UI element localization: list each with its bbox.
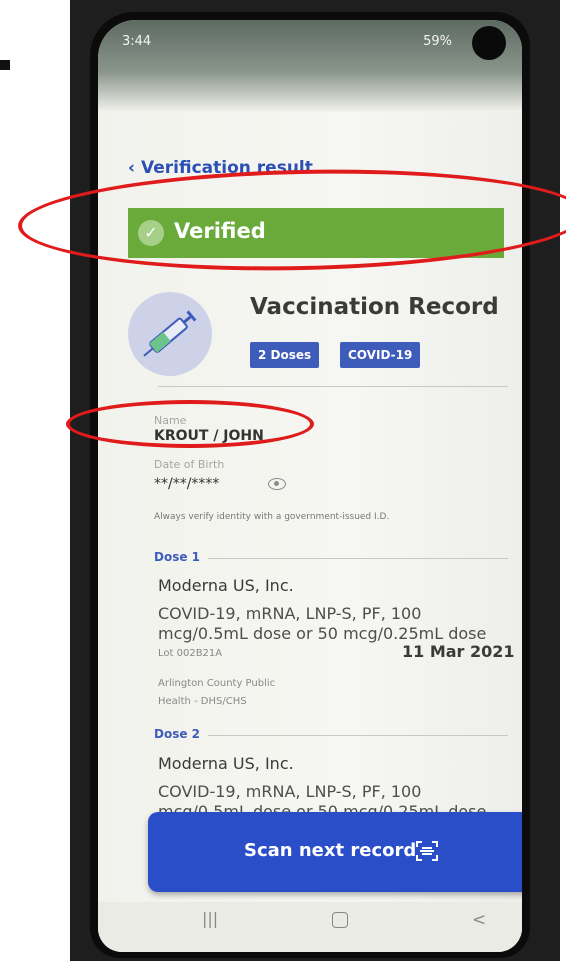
home-icon[interactable]: [332, 912, 348, 928]
phone-frame: 3:44 59% ‹ Verification result ✓ Verified: [90, 12, 530, 958]
id-notice: Always verify identity with a government…: [154, 512, 390, 522]
record-title: Vaccination Record: [250, 294, 499, 320]
name-annotation-circle: [66, 400, 314, 448]
back-nav-icon[interactable]: <: [472, 910, 486, 930]
dose-1-line: [208, 558, 508, 559]
dob-value: **/**/****: [154, 476, 220, 492]
dose-1-lot: Lot 002B21A: [158, 648, 223, 659]
dose-1-location: Arlington County Public Health - DHS/CHS: [158, 678, 276, 707]
status-fade: [98, 72, 522, 112]
dose-1-manufacturer: Moderna US, Inc.: [158, 576, 294, 595]
status-battery: 59%: [423, 34, 452, 49]
dose-2-line: [208, 735, 508, 736]
bullet-marker: [0, 60, 10, 70]
phone-screen: 3:44 59% ‹ Verification result ✓ Verified: [98, 20, 522, 952]
syringe-icon: [128, 292, 212, 376]
status-bar: 3:44 59%: [98, 20, 522, 72]
divider: [158, 386, 508, 387]
scan-icon: [416, 841, 438, 861]
dose-1-date: 11 Mar 2021: [402, 642, 515, 661]
doses-badge: 2 Doses: [250, 342, 320, 368]
phone-photo: 3:44 59% ‹ Verification result ✓ Verified: [70, 0, 560, 961]
dose-1-header: Dose 1: [154, 550, 201, 564]
dose-2-header: Dose 2: [154, 727, 201, 741]
dose-1-description: COVID-19, mRNA, LNP-S, PF, 100 mcg/0.5mL…: [158, 604, 487, 643]
android-nav-bar: ||| <: [98, 902, 522, 952]
eye-icon[interactable]: [268, 478, 286, 490]
scan-next-record-button[interactable]: Scan next record: [148, 812, 522, 892]
chevron-left-icon: ‹: [128, 158, 136, 178]
status-time: 3:44: [122, 34, 152, 49]
dose-2-manufacturer: Moderna US, Inc.: [158, 754, 294, 773]
recent-apps-icon[interactable]: |||: [202, 909, 218, 928]
front-camera: [472, 26, 506, 60]
dob-label: Date of Birth: [154, 458, 225, 471]
covid-badge: COVID-19: [340, 342, 421, 368]
scan-button-label: Scan next record: [244, 840, 417, 861]
